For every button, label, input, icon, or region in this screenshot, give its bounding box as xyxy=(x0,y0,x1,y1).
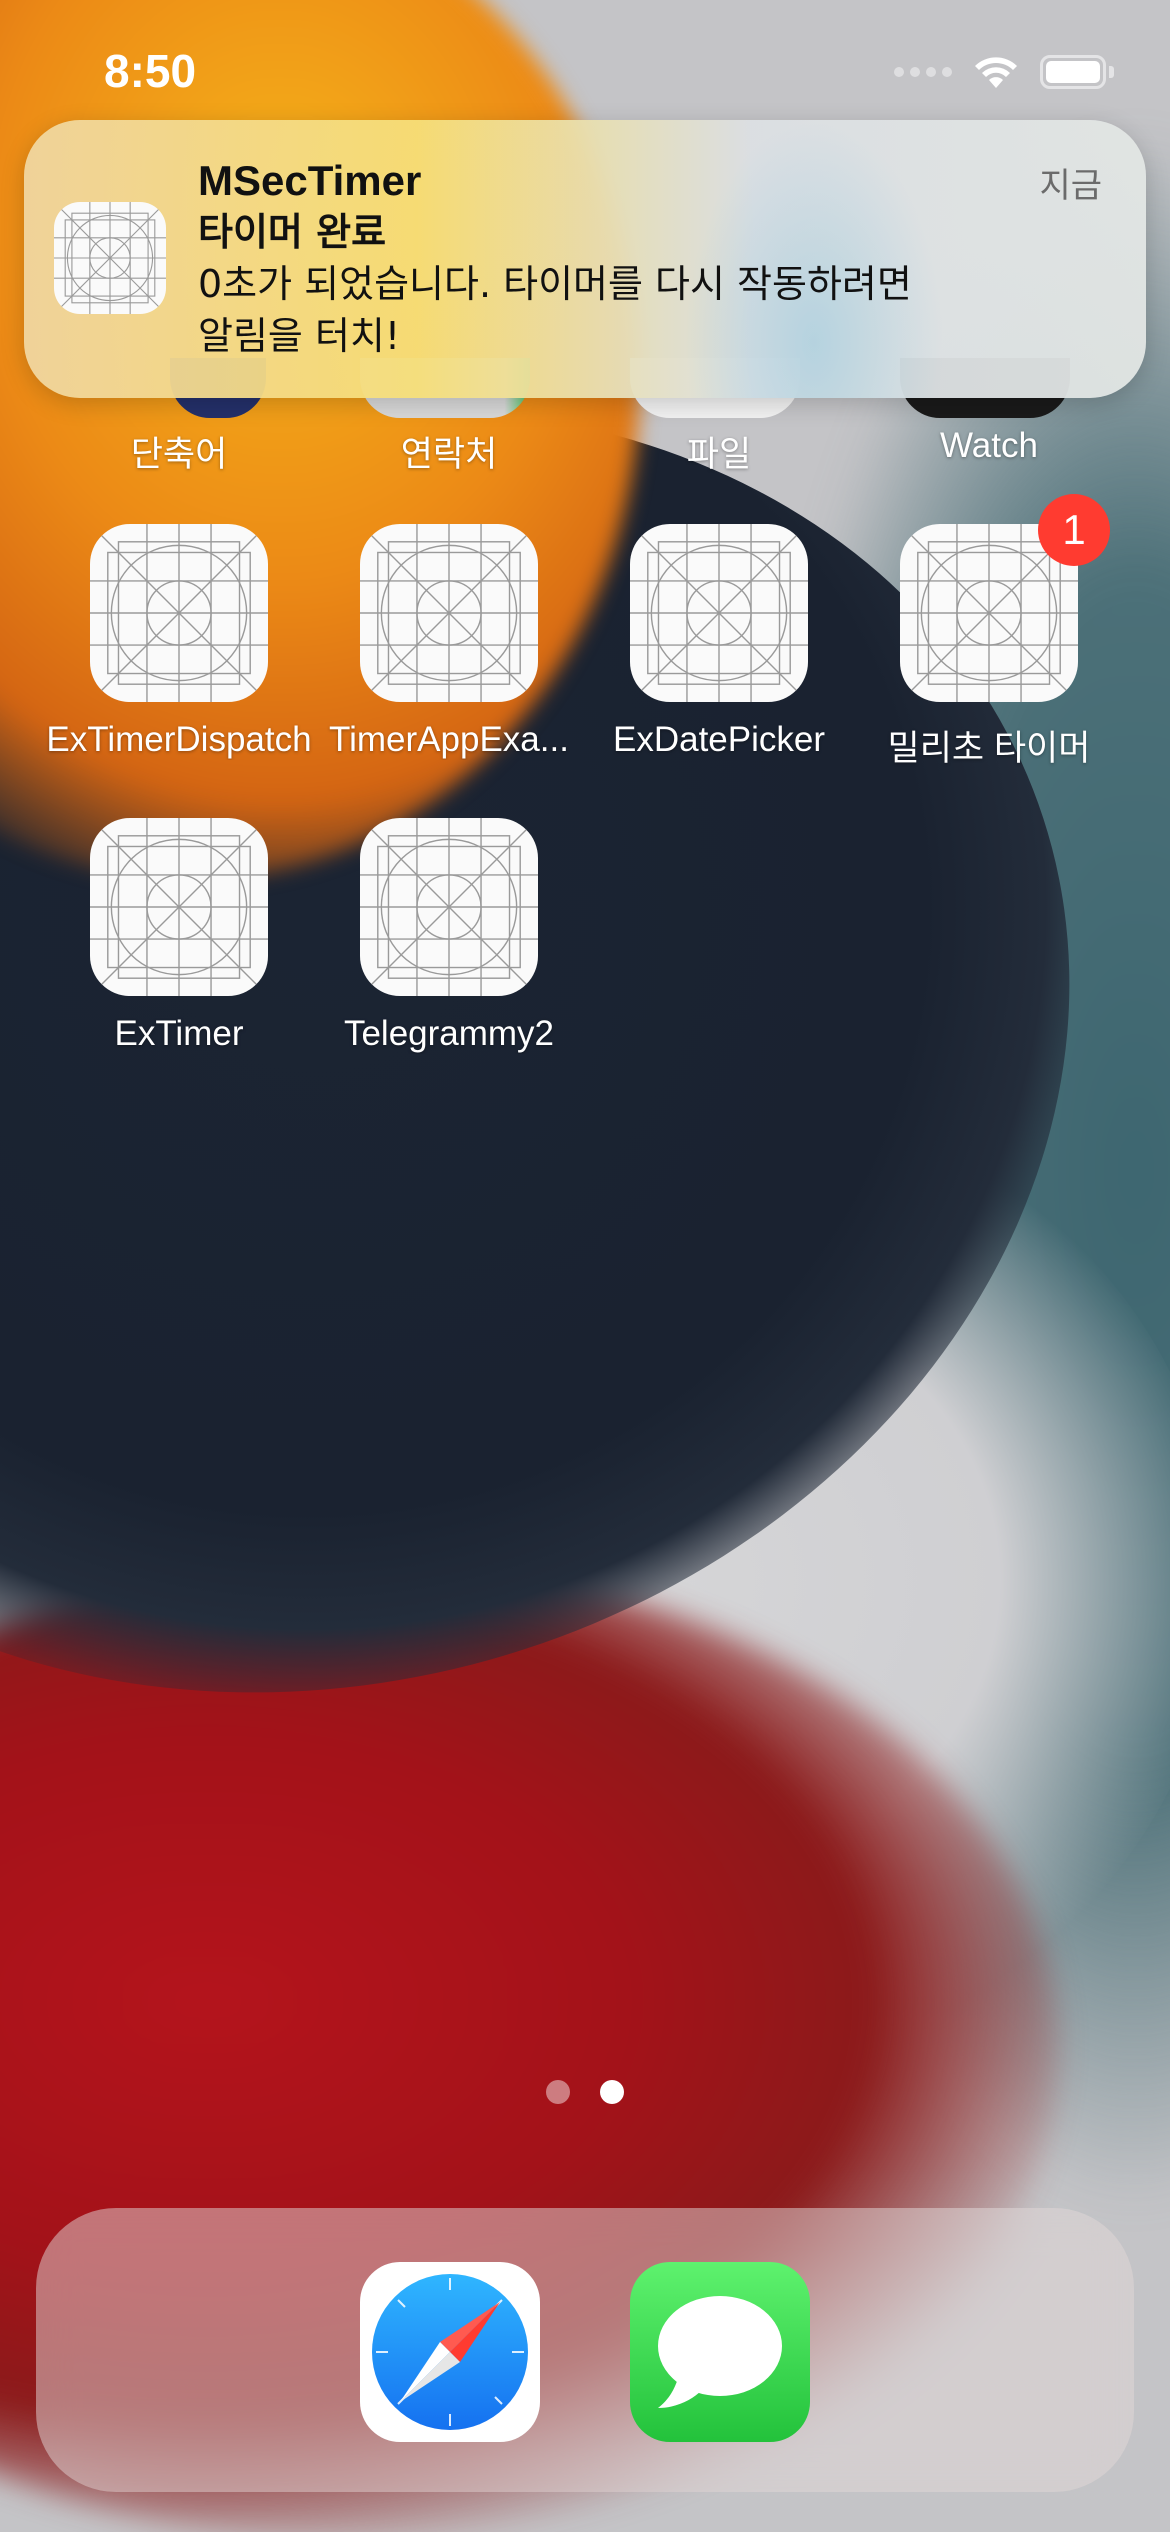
app-label-files: 파일 xyxy=(686,435,752,474)
page-dot-2[interactable] xyxy=(600,2080,624,2104)
safari-compass-icon xyxy=(372,2274,528,2430)
app-icon-timerappexa[interactable] xyxy=(360,524,538,702)
status-time: 8:50 xyxy=(104,45,197,97)
notification-title: 타이머 완료 xyxy=(198,210,387,254)
status-bar: 8:50 xyxy=(0,0,1170,140)
notification-content: MSecTimer 타이머 완료 0초가 되었습니다. 타이머를 다시 작동하려… xyxy=(198,156,1048,362)
app-label-telegrammy2: Telegrammy2 xyxy=(343,1014,555,1053)
messages-bubble-icon xyxy=(658,2296,782,2408)
app-placeholder-icon xyxy=(90,524,268,702)
page-dot-1[interactable] xyxy=(546,2080,570,2104)
app-placeholder-icon xyxy=(54,202,166,314)
signal-dots-icon xyxy=(894,67,952,77)
notification-body-line2: 알림을 터치! xyxy=(198,314,401,358)
app-placeholder-icon xyxy=(630,524,808,702)
app-icon-extimerdispatch[interactable] xyxy=(90,524,268,702)
battery-icon xyxy=(1040,55,1114,89)
app-label-watch: Watch xyxy=(940,426,1038,465)
app-label-extimerdispatch: ExTimerDispatch xyxy=(46,720,312,759)
notification-app-name: MSecTimer xyxy=(198,157,422,204)
app-icon-exdatepicker[interactable] xyxy=(630,524,808,702)
app-label-exdatepicker: ExDatePicker xyxy=(612,720,826,759)
safari-app-icon[interactable] xyxy=(360,2262,540,2442)
app-label-msec-timer: 밀리초 타이머 xyxy=(887,729,1091,768)
notification-body-line1: 0초가 되었습니다. 타이머를 다시 작동하려면 xyxy=(198,262,912,306)
app-placeholder-icon xyxy=(90,818,268,996)
messages-app-icon[interactable] xyxy=(630,2262,810,2442)
wifi-icon xyxy=(975,57,1017,88)
status-indicators xyxy=(894,54,1114,90)
page-indicator[interactable] xyxy=(546,2080,624,2104)
notification-app-icon xyxy=(54,202,166,314)
notification-banner[interactable]: MSecTimer 타이머 완료 0초가 되었습니다. 타이머를 다시 작동하려… xyxy=(24,120,1146,398)
app-icon-telegrammy2[interactable] xyxy=(360,818,538,996)
app-label-contacts: 연락처 xyxy=(400,435,498,474)
app-label-shortcuts: 단축어 xyxy=(130,435,228,474)
app-icon-extimer[interactable] xyxy=(90,818,268,996)
app-placeholder-icon xyxy=(360,524,538,702)
dock xyxy=(36,2208,1134,2492)
notification-time: 지금 xyxy=(1039,166,1102,206)
app-label-timerappexa: TimerAppExa... xyxy=(329,720,569,759)
app-label-extimer: ExTimer xyxy=(114,1014,244,1053)
app-placeholder-icon xyxy=(360,818,538,996)
notification-badge: 1 xyxy=(1038,494,1110,566)
